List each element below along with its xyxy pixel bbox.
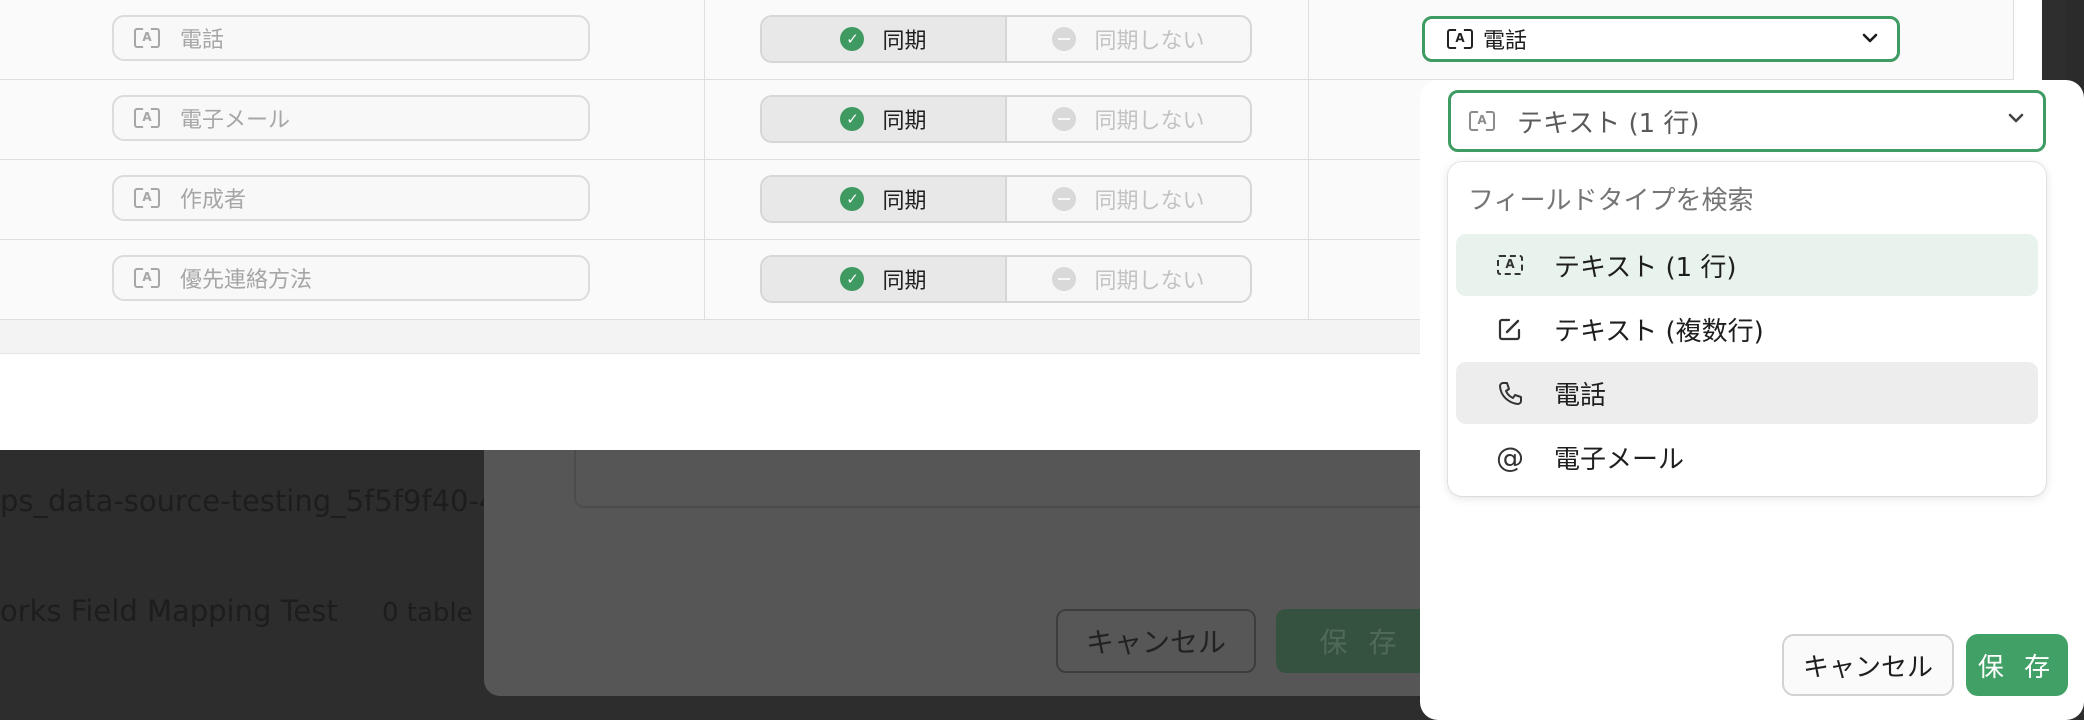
minus-circle-icon [1052,27,1077,51]
table-row: A 電話 ✓ 同期 同期しない A 電話 [0,0,2014,80]
text-field-icon: A [1470,255,1550,275]
sync-button[interactable]: ✓ 同期 [762,17,1007,61]
no-sync-label: 同期しない [1094,29,1205,54]
option-label: テキスト (1 行) [1554,252,1737,283]
edit-icon [1470,316,1550,342]
field-type-search-input[interactable] [1468,186,2008,216]
background-dialog-box [574,450,1474,508]
at-icon: @ [1496,440,1524,474]
field-type-select-open[interactable]: A テキスト (1 行) [1448,90,2046,152]
source-field-name: A 作成者 [112,175,590,221]
sync-button[interactable]: ✓ 同期 [762,257,1007,301]
sync-button[interactable]: ✓ 同期 [762,177,1007,221]
check-circle-icon: ✓ [840,107,865,131]
source-field-label: 電子メール [180,108,291,133]
no-sync-label: 同期しない [1094,109,1205,134]
field-type-option-text-multi[interactable]: テキスト (複数行) [1456,298,2038,360]
sync-button[interactable]: ✓ 同期 [762,97,1007,141]
minus-circle-icon [1052,107,1077,131]
background-cancel-button: キャンセル [1056,609,1256,673]
source-field-name: A 電子メール [112,95,590,141]
option-label: テキスト (複数行) [1554,316,1764,347]
chevron-down-icon [2008,113,2024,123]
sync-toggle: ✓ 同期 同期しない [760,95,1252,143]
check-circle-icon: ✓ [840,267,865,291]
save-button[interactable]: 保 存 [1966,634,2068,696]
source-field-name: A 電話 [112,15,590,61]
background-data-source-name: ps_data-source-testing_5f5f9f40-4 [0,484,498,518]
text-field-icon: A [134,28,160,48]
source-field-label: 電話 [180,28,225,53]
sync-label: 同期 [882,29,927,54]
text-field-icon: A [134,188,160,208]
sync-toggle: ✓ 同期 同期しない [760,255,1252,303]
option-label: 電子メール [1554,444,1685,475]
chevron-down-icon [1862,33,1878,43]
text-field-icon: A [1447,29,1473,49]
check-circle-icon: ✓ [840,27,865,51]
option-label: 電話 [1554,380,1607,411]
text-field-icon: A [1469,111,1495,131]
text-field-icon: A [134,268,160,288]
source-field-label: 優先連絡方法 [180,268,313,293]
text-field-icon: A [134,108,160,128]
sync-toggle: ✓ 同期 同期しない [760,15,1252,63]
minus-circle-icon [1052,187,1077,211]
minus-circle-icon [1052,267,1077,291]
check-circle-icon: ✓ [840,187,865,211]
sync-label: 同期 [882,109,927,134]
no-sync-label: 同期しない [1094,189,1205,214]
field-type-option-phone[interactable]: 電話 [1456,362,2038,424]
sync-label: 同期 [882,189,927,214]
field-type-select[interactable]: A 電話 [1422,16,1900,62]
field-type-dropdown: A テキスト (1 行) テキスト (複数行) 電話 @ 電子メール [1448,162,2046,496]
no-sync-button[interactable]: 同期しない [1007,17,1250,61]
selected-field-type: テキスト (1 行) [1517,108,1700,139]
sync-toggle: ✓ 同期 同期しない [760,175,1252,223]
no-sync-button[interactable]: 同期しない [1007,97,1250,141]
phone-icon [1470,380,1550,406]
source-field-label: 作成者 [180,188,247,213]
field-type-option-text-single[interactable]: A テキスト (1 行) [1456,234,2038,296]
no-sync-button[interactable]: 同期しない [1007,177,1250,221]
no-sync-button[interactable]: 同期しない [1007,257,1250,301]
no-sync-label: 同期しない [1094,269,1205,294]
background-base-meta: 0 table [382,598,473,628]
background-base-name: orks Field Mapping Test [0,594,338,628]
cancel-button[interactable]: キャンセル [1782,634,1954,696]
sync-label: 同期 [882,269,927,294]
field-type-option-email[interactable]: @ 電子メール [1456,426,2038,488]
source-field-name: A 優先連絡方法 [112,255,590,301]
field-type-value: 電話 [1483,29,1528,54]
